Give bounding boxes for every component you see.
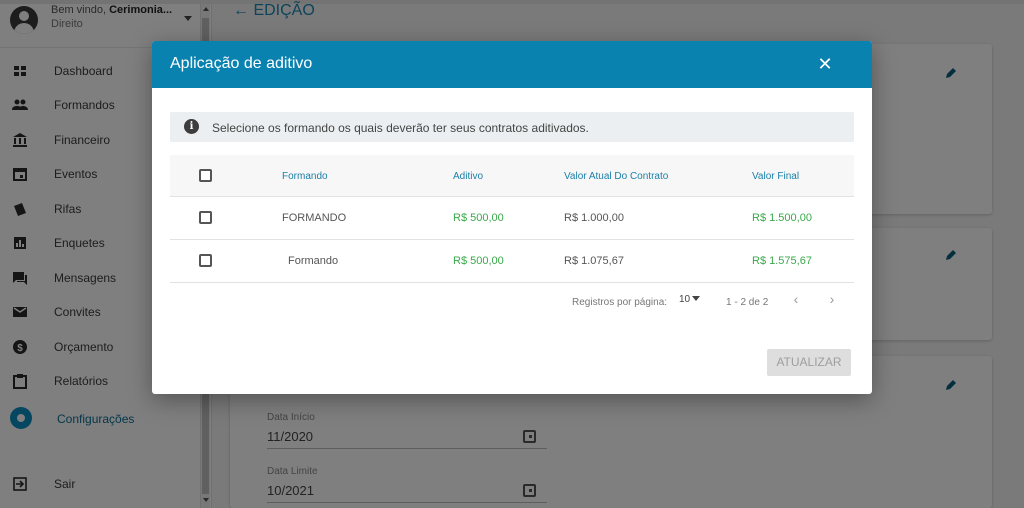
- page-range: 1 - 2 de 2: [726, 297, 769, 308]
- cell-valor-final: R$ 1.500,00: [752, 212, 812, 224]
- cell-aditivo: R$ 500,00: [453, 212, 504, 224]
- dialog-title: Aplicação de aditivo: [170, 55, 313, 72]
- table-row[interactable]: Formando R$ 500,00 R$ 1.075,67 R$ 1.575,…: [170, 240, 854, 283]
- cell-valor-atual: R$ 1.000,00: [564, 212, 624, 224]
- update-button[interactable]: ATUALIZAR: [767, 349, 851, 376]
- select-all-checkbox[interactable]: [199, 169, 212, 182]
- column-header[interactable]: Valor Final: [752, 171, 799, 182]
- chevron-right-icon[interactable]: ›: [824, 291, 840, 307]
- cell-aditivo: R$ 500,00: [453, 255, 504, 267]
- cell-valor-final: R$ 1.575,67: [752, 255, 812, 267]
- column-header[interactable]: Aditivo: [453, 171, 483, 182]
- row-checkbox[interactable]: [199, 254, 212, 267]
- table-row[interactable]: FORMANDO R$ 500,00 R$ 1.000,00 R$ 1.500,…: [170, 197, 854, 240]
- caret-down-icon: [692, 296, 701, 301]
- dialog-header: Aplicação de aditivo ✕: [152, 41, 872, 88]
- rows-per-page-label: Registros por página:: [572, 297, 668, 308]
- info-icon: i: [184, 119, 199, 134]
- chevron-left-icon[interactable]: ‹: [788, 291, 804, 307]
- aditivo-dialog: Aplicação de aditivo ✕ i Selecione os fo…: [152, 41, 872, 394]
- column-header[interactable]: Formando: [282, 171, 328, 182]
- rows-per-page-select[interactable]: 10: [679, 294, 701, 305]
- cell-formando: FORMANDO: [282, 212, 347, 224]
- pagination: Registros por página: 10 1 - 2 de 2 ‹ ›: [170, 284, 854, 314]
- table-header: Formando Aditivo Valor Atual Do Contrato…: [170, 155, 854, 197]
- cell-valor-atual: R$ 1.075,67: [564, 255, 624, 267]
- cell-formando: Formando: [288, 255, 339, 267]
- info-banner: i Selecione os formando os quais deverão…: [170, 112, 854, 142]
- column-header[interactable]: Valor Atual Do Contrato: [564, 171, 668, 182]
- info-text: Selecione os formando os quais deverão t…: [212, 121, 589, 135]
- row-checkbox[interactable]: [199, 211, 212, 224]
- close-icon[interactable]: ✕: [816, 55, 834, 73]
